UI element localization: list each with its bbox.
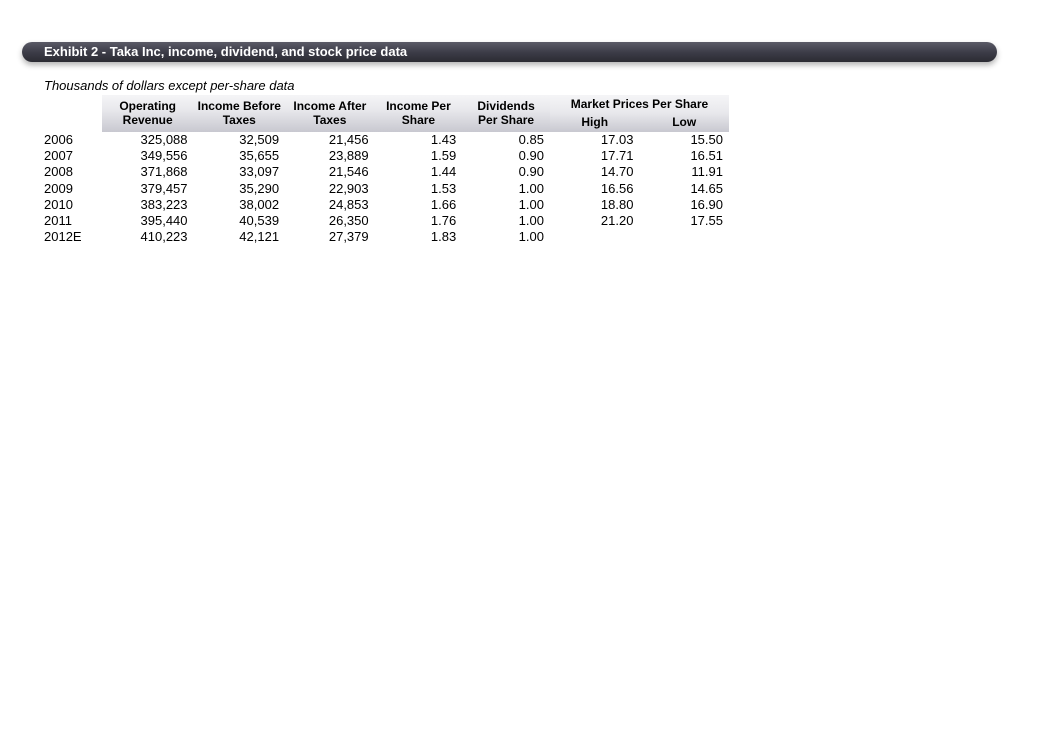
cell-dps: 0.90 [462, 148, 550, 164]
cell-ibt: 35,290 [194, 181, 286, 197]
col-high-head: High [550, 113, 639, 131]
cell-iat: 21,546 [285, 164, 375, 180]
cell-op-rev: 371,868 [102, 164, 194, 180]
col-iat-head: Income After Taxes [285, 95, 375, 132]
cell-year: 2006 [44, 132, 102, 148]
cell-year: 2010 [44, 197, 102, 213]
cell-high: 16.56 [550, 181, 639, 197]
col-ips-head: Income Per Share [375, 95, 463, 132]
cell-year: 2008 [44, 164, 102, 180]
col-mpps-head: Market Prices Per Share [550, 95, 729, 113]
cell-low: 15.50 [639, 132, 729, 148]
cell-high: 17.71 [550, 148, 639, 164]
table-row: 2010383,22338,00224,8531.661.0018.8016.9… [44, 197, 729, 213]
cell-dps: 0.90 [462, 164, 550, 180]
cell-low: 16.90 [639, 197, 729, 213]
data-table: Operating Revenue Income Before Taxes In… [44, 95, 729, 246]
cell-op-rev: 410,223 [102, 229, 194, 245]
cell-dps: 1.00 [462, 213, 550, 229]
cell-ips: 1.43 [375, 132, 463, 148]
cell-low: 14.65 [639, 181, 729, 197]
cell-ips: 1.66 [375, 197, 463, 213]
cell-iat: 21,456 [285, 132, 375, 148]
cell-op-rev: 349,556 [102, 148, 194, 164]
cell-iat: 23,889 [285, 148, 375, 164]
cell-high: 18.80 [550, 197, 639, 213]
cell-year: 2012E [44, 229, 102, 245]
table-row: 2006325,08832,50921,4561.430.8517.0315.5… [44, 132, 729, 148]
cell-ibt: 38,002 [194, 197, 286, 213]
cell-dps: 0.85 [462, 132, 550, 148]
table-row: 2007349,55635,65523,8891.590.9017.7116.5… [44, 148, 729, 164]
cell-dps: 1.00 [462, 229, 550, 245]
cell-low: 17.55 [639, 213, 729, 229]
cell-year: 2011 [44, 213, 102, 229]
exhibit-title: Exhibit 2 - Taka Inc, income, dividend, … [44, 44, 407, 59]
cell-dps: 1.00 [462, 181, 550, 197]
cell-ips: 1.53 [375, 181, 463, 197]
cell-ibt: 35,655 [194, 148, 286, 164]
cell-high [550, 229, 639, 245]
cell-ips: 1.83 [375, 229, 463, 245]
cell-dps: 1.00 [462, 197, 550, 213]
cell-op-rev: 383,223 [102, 197, 194, 213]
cell-high: 21.20 [550, 213, 639, 229]
table-row: 2011395,44040,53926,3501.761.0021.2017.5… [44, 213, 729, 229]
col-low-head: Low [639, 113, 729, 131]
cell-low [639, 229, 729, 245]
col-year-head [44, 95, 102, 132]
cell-iat: 22,903 [285, 181, 375, 197]
cell-low: 16.51 [639, 148, 729, 164]
data-table-wrap: Operating Revenue Income Before Taxes In… [44, 95, 729, 246]
table-head: Operating Revenue Income Before Taxes In… [44, 95, 729, 132]
table-row: 2012E410,22342,12127,3791.831.00 [44, 229, 729, 245]
col-op-rev-head: Operating Revenue [102, 95, 194, 132]
exhibit-title-bar: Exhibit 2 - Taka Inc, income, dividend, … [22, 42, 997, 62]
cell-ips: 1.44 [375, 164, 463, 180]
cell-high: 14.70 [550, 164, 639, 180]
cell-year: 2009 [44, 181, 102, 197]
cell-iat: 24,853 [285, 197, 375, 213]
cell-high: 17.03 [550, 132, 639, 148]
cell-low: 11.91 [639, 164, 729, 180]
cell-ips: 1.59 [375, 148, 463, 164]
subtitle: Thousands of dollars except per-share da… [44, 78, 295, 93]
col-ibt-head: Income Before Taxes [194, 95, 286, 132]
cell-ibt: 40,539 [194, 213, 286, 229]
table-row: 2009379,45735,29022,9031.531.0016.5614.6… [44, 181, 729, 197]
col-dps-head: Dividends Per Share [462, 95, 550, 132]
cell-op-rev: 379,457 [102, 181, 194, 197]
cell-iat: 26,350 [285, 213, 375, 229]
cell-year: 2007 [44, 148, 102, 164]
table-body: 2006325,08832,50921,4561.430.8517.0315.5… [44, 132, 729, 246]
cell-ibt: 42,121 [194, 229, 286, 245]
cell-iat: 27,379 [285, 229, 375, 245]
cell-ibt: 32,509 [194, 132, 286, 148]
cell-ips: 1.76 [375, 213, 463, 229]
cell-op-rev: 395,440 [102, 213, 194, 229]
cell-op-rev: 325,088 [102, 132, 194, 148]
cell-ibt: 33,097 [194, 164, 286, 180]
table-row: 2008371,86833,09721,5461.440.9014.7011.9… [44, 164, 729, 180]
